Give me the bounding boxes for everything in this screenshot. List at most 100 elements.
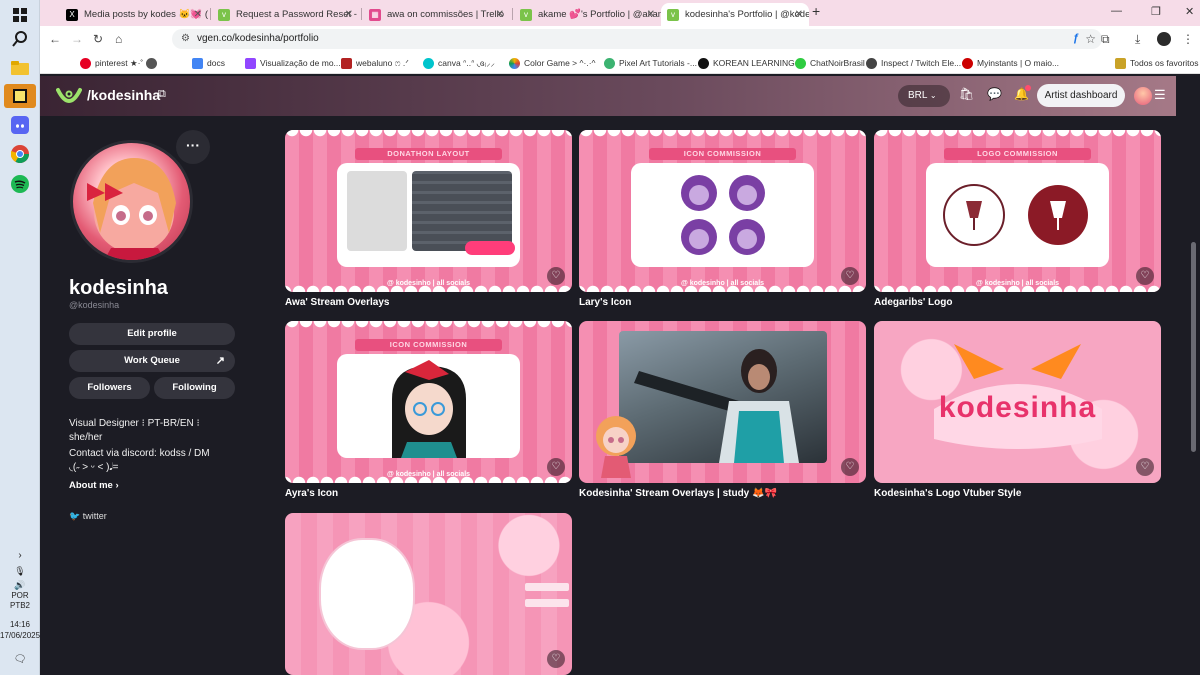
heart-icon[interactable]: ♡ [841,267,859,285]
portfolio-title[interactable]: Kodesinha' Stream Overlays | study 🦊🎀 [579,488,866,499]
close-window-button[interactable]: ✕ [1185,5,1194,18]
reload-icon[interactable]: ↻ [93,32,103,46]
discord-icon[interactable] [8,114,32,136]
site-info-icon[interactable]: ⚙ [181,29,190,49]
messages-icon[interactable]: 💬 [987,87,1002,101]
work-queue-button[interactable]: Work Queue ↗ [69,350,235,372]
minimize-button[interactable]: — [1111,5,1122,17]
hamburger-menu-icon[interactable]: ☰ [1154,87,1166,103]
followers-button[interactable]: Followers [69,377,150,399]
browser-tab-active[interactable]: v kodesinha's Portfolio | @kodes ✕ [661,3,809,26]
heart-icon[interactable]: ♡ [547,458,565,476]
portfolio-title[interactable]: Awa' Stream Overlays [285,297,572,308]
portfolio-thumbnail[interactable]: ♡ [579,321,866,483]
heart-icon[interactable]: ♡ [547,267,565,285]
file-explorer-icon[interactable] [8,57,32,79]
portfolio-card[interactable]: ♡ Kodesinha' Stream Overlays | study 🦊🎀 [579,321,866,499]
heart-icon[interactable]: ♡ [547,650,565,668]
profile-handle: /kodesinha [87,87,161,103]
browser-tab[interactable]: X Media posts by kodes 🐱💓 (@ ✕ [60,3,208,26]
bookmark-item[interactable]: docs [192,55,225,71]
portfolio-title[interactable]: Lary's Icon [579,297,866,308]
twitter-link[interactable]: 🐦 twitter [69,511,107,522]
bookmark-item[interactable]: ChatNoirBrasil [795,55,865,71]
portfolio-title[interactable]: Ayra's Icon [285,488,572,499]
back-icon[interactable]: ← [49,32,61,46]
search-icon[interactable] [8,28,32,50]
portfolio-card[interactable]: DONATHON LAYOUT @ kodesinho | all social… [285,130,572,308]
more-options-button[interactable]: ··· [176,130,210,164]
new-tab-button[interactable]: + [812,3,820,19]
bookmark-star-icon[interactable]: ☆ [1085,29,1096,49]
spotify-icon[interactable] [8,173,32,195]
keyboard-layout-label[interactable]: PTB2 [0,601,40,611]
close-tab-icon[interactable]: ✕ [647,9,655,20]
chrome-menu-icon[interactable]: ⋮ [1182,32,1194,46]
about-me-link[interactable]: About me › [69,480,119,491]
chrome-icon[interactable] [8,143,32,165]
thumbnail-banner: ICON COMMISSION [355,339,502,351]
all-bookmarks[interactable]: Todos os favoritos [1115,55,1199,71]
address-bar[interactable]: ⚙ vgen.co/kodesinha/portfolio ☆ [172,29,1102,49]
portfolio-thumbnail[interactable]: kodesinha ♡ [874,321,1161,483]
windows-start-icon[interactable] [8,4,32,26]
currency-selector[interactable]: BRL ⌄ [898,85,950,107]
bookmark-item[interactable]: Myinstants | O maio... [962,55,1059,71]
home-icon[interactable]: ⌂ [115,32,122,46]
heart-icon[interactable]: ♡ [841,458,859,476]
portfolio-thumbnail[interactable]: DONATHON LAYOUT @ kodesinho | all social… [285,130,572,292]
language-label[interactable]: POR [0,591,40,601]
heart-icon[interactable]: ♡ [1136,267,1154,285]
portfolio-title[interactable]: Kodesinha's Logo Vtuber Style [874,488,1161,499]
restore-button[interactable]: ❐ [1151,5,1161,18]
page-scrollbar[interactable] [1187,116,1200,675]
cart-icon[interactable]: 🛍 [959,87,974,101]
portfolio-card[interactable]: ♡ [285,513,572,675]
close-tab-icon[interactable]: ✕ [795,9,803,20]
bookmark-item[interactable] [146,55,161,71]
artist-dashboard-button[interactable]: Artist dashboard [1037,84,1125,107]
user-avatar[interactable] [1134,87,1152,105]
thumbnail-footer: @ kodesinho | all socials [386,471,471,478]
profile-avatar-icon[interactable] [1157,32,1171,46]
extensions-icon[interactable]: ⧉ [1101,32,1110,47]
bookmark-item[interactable]: canva ᐢ..ᐢ ◟ɞ₍⸝⸝ [423,55,495,71]
portfolio-title[interactable]: Adegaribs' Logo [874,297,1161,308]
vgen-logo-icon[interactable] [56,86,82,106]
close-tab-icon[interactable]: ✕ [345,9,353,20]
translate-extension-icon[interactable]: ƒ [1073,32,1079,44]
portfolio-card[interactable]: ICON COMMISSION @ kodesinho | all social… [285,321,572,499]
close-tab-icon[interactable]: ✕ [496,9,504,20]
bookmark-item[interactable]: KOREAN LEARNING... [698,55,802,71]
portfolio-card[interactable]: ICON COMMISSION @ kodesinho | all social… [579,130,866,308]
downloads-icon[interactable]: ⤓ [1135,32,1140,47]
bookmark-item[interactable]: Inspect / Twitch Ele... [866,55,961,71]
bookmark-item[interactable]: Visualização de mo... [245,55,341,71]
portfolio-thumbnail[interactable]: ICON COMMISSION @ kodesinho | all social… [285,321,572,483]
bookmark-item[interactable]: webaluno ෆ .ᐟ [341,55,409,71]
notifications-icon[interactable]: 🗨 [8,648,32,670]
clock-time[interactable]: 14:16 [0,620,40,630]
portfolio-card[interactable]: kodesinha ♡ Kodesinha's Logo Vtuber Styl… [874,321,1161,499]
thumbnail-footer: @ kodesinho | all socials [680,280,765,287]
forward-icon[interactable]: → [71,32,83,46]
scrollbar-thumb[interactable] [1191,242,1196,452]
sticky-notes-icon[interactable] [4,84,36,108]
portfolio-thumbnail[interactable]: LOGO COMMISSION @ kodesinho | all social… [874,130,1161,292]
following-button[interactable]: Following [154,377,235,399]
bookmark-item[interactable]: Color Game > ^·.·^ [509,55,596,71]
browser-tab[interactable]: v akame 💕's Portfolio | @akam ✕ [514,3,661,26]
portfolio-thumbnail[interactable]: ICON COMMISSION @ kodesinho | all social… [579,130,866,292]
browser-tab[interactable]: ▦ awa on commissões | Trello ✕ [363,3,510,26]
bookmark-item[interactable]: Pixel Art Tutorials -... [604,55,697,71]
portfolio-card[interactable]: LOGO COMMISSION @ kodesinho | all social… [874,130,1161,308]
browser-tab[interactable]: v Request a Password Reset - VG ✕ [212,3,359,26]
github-icon [866,57,877,69]
bookmark-item[interactable]: pinterest ★·˚ [80,55,143,71]
clock-date[interactable]: 17/06/2025 [0,631,40,641]
close-tab-icon[interactable]: ✕ [194,9,202,20]
heart-icon[interactable]: ♡ [1136,458,1154,476]
copy-icon[interactable]: ⧉ [158,88,166,101]
portfolio-thumbnail[interactable]: ♡ [285,513,572,675]
edit-profile-button[interactable]: Edit profile [69,323,235,345]
